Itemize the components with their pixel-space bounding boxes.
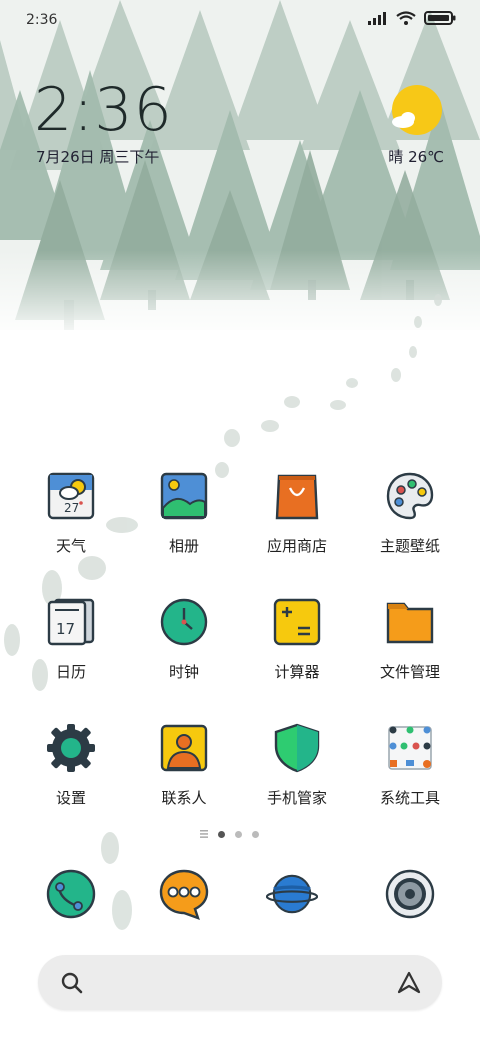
status-time: 2:36 [26,12,58,28]
wifi-icon [396,11,416,25]
signal-icon [368,12,386,25]
app-label: 手机管家 [266,789,327,807]
status-bar: 2:36 [0,0,480,40]
app-contacts[interactable]: 联系人 [129,722,239,808]
app-file-manager[interactable]: 文件管理 [355,596,465,682]
app-calendar[interactable]: 17 日历 [16,596,126,682]
status-icons [368,11,456,25]
security-icon [274,723,320,773]
app-label: 文件管理 [379,663,440,681]
page-dot-active[interactable] [218,830,225,838]
calendar-icon: 17 [47,598,95,646]
sunny-cloud-icon[interactable] [390,84,444,138]
gallery-icon [160,472,208,520]
app-label: 应用商店 [266,537,327,555]
browser-icon[interactable] [266,868,318,920]
page-indicator[interactable] [200,830,259,838]
app-settings[interactable]: 设置 [16,722,126,808]
app-weather[interactable]: 27 天气 [16,470,126,556]
app-store[interactable]: 应用商店 [242,470,352,556]
contacts-icon [160,724,208,772]
app-tools-folder[interactable]: 系统工具 [355,722,465,808]
battery-icon [424,11,456,25]
app-label: 天气 [55,537,86,555]
file-manager-icon [386,602,434,644]
svg-text:17: 17 [56,620,75,638]
app-clock[interactable]: 时钟 [129,596,239,682]
app-label: 时钟 [168,663,199,681]
app-store-icon [275,474,319,520]
camera-icon[interactable] [384,868,436,920]
assistant-icon[interactable] [396,970,422,996]
themes-icon [386,472,434,520]
settings-icon [47,724,95,772]
menu-lines-icon [200,830,208,838]
search-bar[interactable] [38,955,442,1010]
app-calculator[interactable]: 计算器 [242,596,352,682]
app-gallery[interactable]: 相册 [129,470,239,556]
messages-icon[interactable] [158,868,210,920]
svg-text:27: 27 [64,501,79,515]
app-label: 日历 [55,663,86,681]
app-label: 相册 [168,537,199,555]
weather-summary: 晴 26℃ [388,148,444,166]
app-label: 设置 [55,789,86,807]
page-dot[interactable] [235,830,242,838]
clock-widget-time[interactable]: 2:36 [34,78,173,142]
app-themes[interactable]: 主题壁纸 [355,470,465,556]
phone-icon[interactable] [45,868,97,920]
app-label: 联系人 [161,789,207,807]
weather-icon: 27 [47,472,95,520]
tools-folder-icon [388,726,432,770]
page-dot[interactable] [252,830,259,838]
clock-icon [160,598,208,646]
app-label: 计算器 [274,663,320,681]
clock-widget-date: 7月26日 周三下午 [36,148,160,166]
app-security[interactable]: 手机管家 [242,722,352,808]
app-label: 主题壁纸 [379,537,440,555]
calculator-icon [273,598,321,646]
app-label: 系统工具 [379,789,440,807]
search-icon[interactable] [60,971,84,995]
